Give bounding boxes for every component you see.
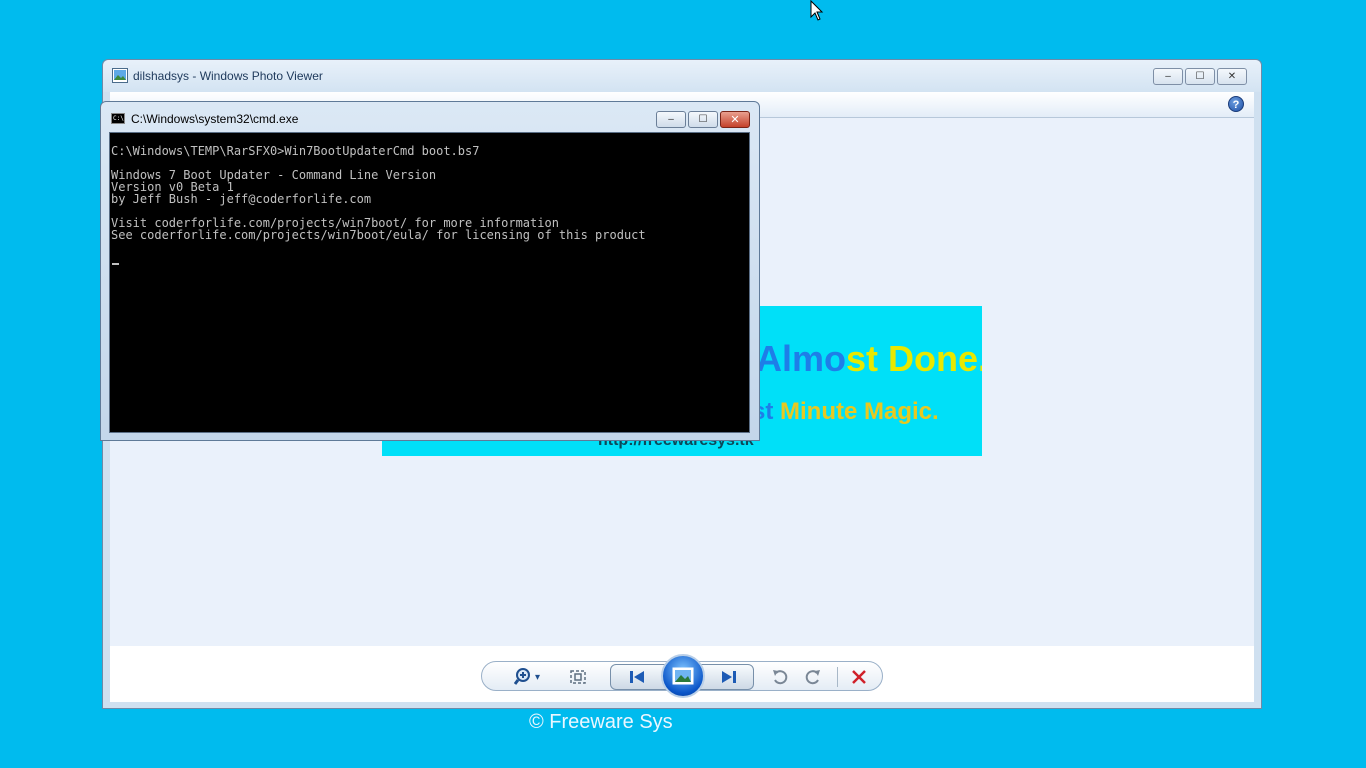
cmd-maximize-button[interactable]: ☐ bbox=[688, 111, 718, 128]
zoom-button[interactable]: ▾ bbox=[510, 666, 544, 688]
next-icon bbox=[722, 671, 736, 683]
photo-viewer-window-controls: – ☐ ✕ bbox=[1153, 68, 1247, 85]
cmd-title: C:\Windows\system32\cmd.exe bbox=[131, 112, 299, 126]
previous-icon bbox=[630, 671, 644, 683]
delete-icon bbox=[852, 670, 866, 684]
actual-size-icon bbox=[570, 670, 586, 684]
close-button[interactable]: ✕ bbox=[1217, 68, 1247, 85]
zoom-icon bbox=[513, 668, 530, 685]
photo-viewer-titlebar[interactable]: dilshadsys - Windows Photo Viewer – ☐ ✕ bbox=[103, 60, 1261, 92]
image-subheadline-part-2: Minute Magic. bbox=[780, 398, 939, 425]
watermark-text: © Freeware Sys bbox=[529, 711, 673, 733]
photo-viewer-controls-bar: ▾ bbox=[110, 646, 1254, 702]
controls-pill: ▾ bbox=[481, 654, 883, 698]
rotate-clockwise-button[interactable] bbox=[801, 666, 825, 688]
actual-size-button[interactable] bbox=[566, 666, 590, 688]
cmd-close-button[interactable]: ✕ bbox=[720, 111, 750, 128]
console-output-area[interactable]: C:\Windows\TEMP\RarSFX0>Win7BootUpdaterC… bbox=[109, 132, 750, 433]
previous-button[interactable] bbox=[619, 666, 655, 688]
cmd-app-icon: C:\ bbox=[111, 113, 125, 124]
rotate-counterclockwise-icon bbox=[773, 670, 788, 685]
cmd-window-controls: – ☐ ✕ bbox=[656, 111, 750, 128]
slideshow-icon bbox=[672, 667, 694, 685]
console-caret bbox=[112, 263, 119, 265]
rotate-counterclockwise-button[interactable] bbox=[768, 666, 792, 688]
photo-viewer-title: dilshadsys - Windows Photo Viewer bbox=[133, 69, 323, 83]
cmd-minimize-button[interactable]: – bbox=[656, 111, 686, 128]
help-icon[interactable]: ? bbox=[1228, 96, 1244, 112]
delete-button[interactable] bbox=[846, 666, 872, 688]
image-headline-part-2: st Done.. bbox=[846, 338, 982, 379]
photo-viewer-app-icon bbox=[112, 68, 128, 83]
controls-divider bbox=[837, 667, 838, 687]
image-headline: Almost Done.. bbox=[756, 338, 982, 380]
image-subheadline: st Minute Magic. bbox=[752, 398, 939, 426]
zoom-dropdown-arrow: ▾ bbox=[534, 671, 541, 683]
image-headline-part-1: Almo bbox=[756, 338, 846, 379]
slideshow-button[interactable] bbox=[661, 654, 705, 698]
console-text: C:\Windows\TEMP\RarSFX0>Win7BootUpdaterC… bbox=[111, 144, 646, 242]
cmd-window: C:\ C:\Windows\system32\cmd.exe – ☐ ✕ C:… bbox=[100, 101, 760, 441]
minimize-button[interactable]: – bbox=[1153, 68, 1183, 85]
mouse-cursor bbox=[810, 0, 824, 21]
next-button[interactable] bbox=[711, 666, 747, 688]
rotate-clockwise-icon bbox=[805, 670, 820, 685]
maximize-button[interactable]: ☐ bbox=[1185, 68, 1215, 85]
